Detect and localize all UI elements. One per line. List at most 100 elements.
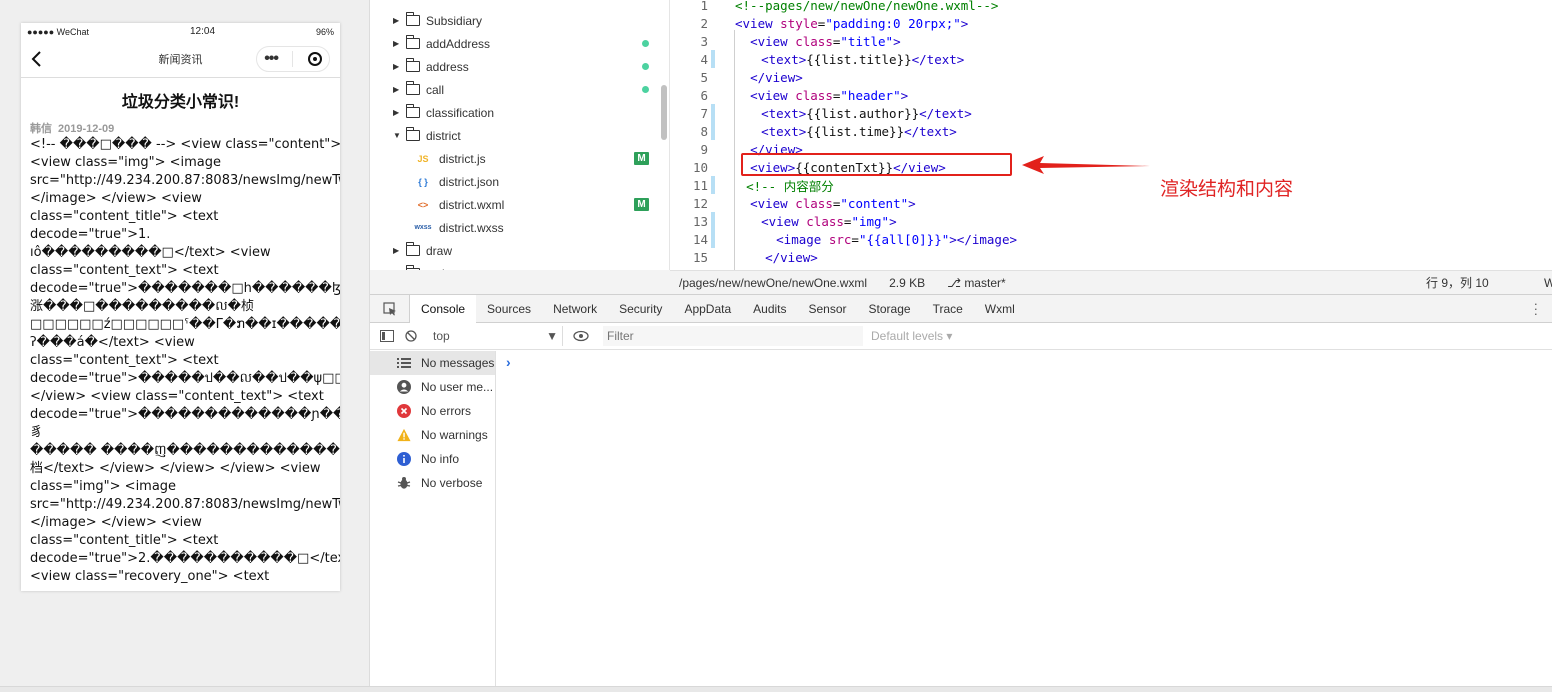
caret-right-icon[interactable]: ▶ (393, 16, 403, 25)
file-tree-label: call (426, 82, 445, 97)
caret-right-icon[interactable]: ▶ (393, 85, 403, 94)
bottom-edge (0, 686, 1552, 692)
file-tree-item[interactable]: ▶ addAddress (370, 32, 669, 55)
tab-storage[interactable]: Storage (858, 295, 922, 323)
devtools-window: ●●●●● WeChat 12:04 96% 新闻资讯 ••• 垃圾分类小常识!… (0, 0, 1552, 692)
inspect-element-icon[interactable] (370, 294, 410, 323)
console-filter-item[interactable]: No messages (370, 351, 495, 375)
code-text: <!--pages/new/newOne/newOne.wxml--> (735, 0, 998, 13)
console-filter-label: No errors (421, 404, 472, 418)
clear-console-icon[interactable] (404, 330, 418, 342)
close-target-icon[interactable] (307, 52, 322, 66)
console-filter-label: No info (421, 452, 460, 466)
console-output[interactable]: › (496, 351, 1552, 692)
file-tree-item[interactable]: ▼ district (370, 124, 669, 147)
code-text: <view class="header"> (735, 88, 908, 103)
code-token: </view> (750, 69, 803, 85)
caret-right-icon[interactable]: ▶ (393, 62, 403, 71)
back-arrow-icon[interactable] (29, 49, 45, 69)
file-tree-item[interactable]: ▶ draw (370, 239, 669, 262)
file-tree-item[interactable]: ▶ Subsidiary (370, 9, 669, 32)
file-tree-item[interactable]: ▶ classification (370, 101, 669, 124)
tab-security[interactable]: Security (608, 295, 673, 323)
code-text: <view class="content"> (735, 196, 916, 211)
code-line[interactable]: 15 </view> (670, 248, 1552, 266)
console-filter-item[interactable]: No warnings (370, 423, 495, 447)
caret-down-icon[interactable]: ▼ (393, 131, 403, 140)
line-number: 12 (692, 195, 708, 211)
file-tree-item[interactable]: JS district.js M (370, 147, 669, 170)
file-tree-item[interactable]: ▶ address (370, 55, 669, 78)
code-line[interactable]: 7 <text>{{list.author}}</text> (670, 104, 1552, 122)
line-number: 15 (692, 249, 708, 265)
change-gutter (711, 0, 719, 14)
tab-audits[interactable]: Audits (742, 295, 797, 323)
code-line[interactable]: 5 </view> (670, 68, 1552, 86)
console-prompt[interactable]: › (506, 354, 511, 370)
tab-wxml[interactable]: Wxml (974, 295, 1026, 323)
file-tree-item[interactable]: wxss district.wxss (370, 216, 669, 239)
file-tree-item[interactable]: ▶ call (370, 78, 669, 101)
code-line[interactable]: 11 <!-- 内容部分 (670, 176, 1552, 194)
code-line[interactable]: 4 <text>{{list.title}}</text> (670, 50, 1552, 68)
tree-scrollbar[interactable] (661, 85, 667, 140)
change-gutter (711, 212, 715, 230)
branch-label: master* (964, 275, 1006, 290)
more-vert-icon[interactable]: · · · (1534, 297, 1538, 320)
console-filter-item[interactable]: No user me... (370, 375, 495, 399)
filter-input[interactable] (603, 326, 863, 346)
battery-label: 96% (315, 26, 334, 37)
change-gutter (711, 176, 715, 194)
code-token: "padding:0 20rpx;" (825, 15, 961, 31)
console-filter-item[interactable]: No errors (370, 399, 495, 423)
tab-sources[interactable]: Sources (476, 295, 542, 323)
code-line[interactable]: 12 <view class="content"> (670, 194, 1552, 212)
sidebar-toggle-icon[interactable] (380, 330, 394, 342)
file-tree-list: ▶ Subsidiary ▶ addAddress ▶ address ▶ call ▶ clas… (370, 9, 669, 270)
file-tree-item[interactable]: { } district.json (370, 170, 669, 193)
folder-icon (406, 104, 420, 118)
tab-console[interactable]: Console (410, 294, 477, 323)
eye-icon[interactable] (573, 330, 589, 342)
code-line[interactable]: 2 <view style="padding:0 20rpx;"> (670, 14, 1552, 32)
caret-right-icon[interactable]: ▶ (393, 269, 403, 270)
more-dots-icon[interactable]: ••• (264, 51, 279, 67)
code-text: <image src="{{all[0]}}"></image> (731, 232, 1017, 247)
code-line[interactable]: 1 <!--pages/new/newOne/newOne.wxml--> (670, 0, 1552, 14)
change-gutter (711, 104, 715, 122)
caret-right-icon[interactable]: ▶ (393, 108, 403, 117)
tab-sensor[interactable]: Sensor (798, 295, 858, 323)
console-filter-item[interactable]: No verbose (370, 471, 495, 495)
file-tree-item[interactable]: ▶ estimate (370, 262, 669, 270)
code-line[interactable]: 13 <view class="img"> (670, 212, 1552, 230)
log-levels-select[interactable]: Default levels ▾ (871, 329, 952, 343)
code-token: "title" (840, 33, 894, 49)
file-tree-item[interactable]: <> district.wxml M (370, 193, 669, 216)
code-line[interactable]: 3 <view class="title"> (670, 32, 1552, 50)
modified-badge: M (634, 152, 649, 165)
folder-icon (406, 35, 420, 49)
caret-down-icon: ▼ (546, 329, 558, 343)
code-token: "content" (840, 195, 909, 211)
code-editor[interactable]: 1 <!--pages/new/newOne/newOne.wxml--> 2 <vi… (670, 0, 1552, 270)
code-token: > (893, 33, 901, 49)
cursor-position[interactable]: 行 9，列 10 (1426, 274, 1489, 291)
code-line[interactable]: 14 <image src="{{all[0]}}"></image> (670, 230, 1552, 248)
caret-right-icon[interactable]: ▶ (393, 246, 403, 255)
caret-right-icon[interactable]: ▶ (393, 39, 403, 48)
tab-trace[interactable]: Trace (922, 295, 974, 323)
tab-network[interactable]: Network (542, 295, 608, 323)
line-number: 2 (700, 15, 708, 31)
code-line[interactable]: 6 <view class="header"> (670, 86, 1552, 104)
console-filter-item[interactable]: No info (370, 447, 495, 471)
context-select[interactable]: top ▼ (433, 326, 563, 346)
git-branch[interactable]: ⎇ master* (947, 276, 1006, 290)
file-tree-label: district.json (439, 174, 500, 189)
simulator-panel: ●●●●● WeChat 12:04 96% 新闻资讯 ••• 垃圾分类小常识!… (0, 0, 370, 692)
code-lines: 1 <!--pages/new/newOne/newOne.wxml--> 2 <vi… (670, 0, 1552, 266)
line-number: 6 (700, 87, 708, 103)
file-size: 2.9 KB (889, 275, 926, 290)
tab-appdata[interactable]: AppData (673, 295, 742, 323)
code-line[interactable]: 8 <text>{{list.time}}</text> (670, 122, 1552, 140)
